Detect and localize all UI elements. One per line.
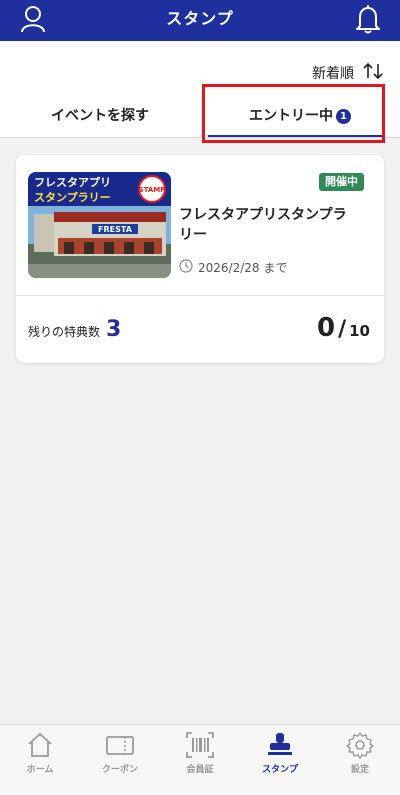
nav-label: 設定 <box>350 765 369 775</box>
tab-bar: イベントを探す エントリー中 1 <box>0 97 400 138</box>
event-title: フレスタアプリスタンプラリー <box>179 207 347 243</box>
clock-icon <box>179 259 193 276</box>
bottom-nav: ホーム クーポン 会員証 スタンプ 設定 <box>0 724 400 795</box>
entry-count-badge: 1 <box>336 109 351 124</box>
page-title: スタンプ <box>166 9 234 28</box>
nav-settings[interactable]: 設定 <box>320 725 400 795</box>
banner-line1: フレスタアプリ <box>34 175 111 189</box>
stamp-total: 10 <box>349 322 370 340</box>
coupon-icon <box>106 736 134 755</box>
nav-label: クーポン <box>101 765 138 775</box>
nav-label: 会員証 <box>186 765 214 775</box>
tab-label: イベントを探す <box>51 108 149 124</box>
banner-line2: スタンプラリー <box>34 190 111 204</box>
sort-label: 新着順 <box>312 66 354 82</box>
barcode-icon <box>186 732 214 758</box>
stamp-progress: 0 / 10 <box>317 313 370 343</box>
gear-icon <box>346 732 374 759</box>
nav-home[interactable]: ホーム <box>0 725 80 795</box>
status-badge: 開催中 <box>319 173 364 191</box>
store-sign-text: FRESTA <box>98 225 133 234</box>
tab-label: エントリー中 <box>249 108 333 124</box>
app-header: スタンプ <box>0 0 400 41</box>
nav-member-card[interactable]: 会員証 <box>160 725 240 795</box>
tab-divider <box>0 137 400 138</box>
event-image: フレスタアプリ スタンプラリー STAMP FRESTA <box>28 172 171 278</box>
event-date: 2026/2/28 まで <box>179 259 287 276</box>
nav-stamp[interactable]: スタンプ <box>240 725 320 795</box>
filter-area: 新着順 イベントを探す エントリー中 1 <box>0 41 400 138</box>
home-icon <box>28 732 52 757</box>
tab-entered[interactable]: エントリー中 1 <box>200 97 400 138</box>
stamp-mark-text: STAMP <box>139 186 166 194</box>
nav-label: ホーム <box>26 765 54 775</box>
nav-coupon[interactable]: クーポン <box>80 725 160 795</box>
remaining-label: 残りの特典数 <box>28 325 101 339</box>
stamp-icon <box>268 733 292 755</box>
stamp-count: 0 <box>316 313 336 343</box>
card-divider <box>16 295 384 296</box>
tab-find-events[interactable]: イベントを探す <box>0 97 200 138</box>
remaining-rewards: 残りの特典数 3 <box>28 317 121 342</box>
sort-button[interactable]: 新着順 <box>312 62 384 84</box>
remaining-value: 3 <box>106 317 122 342</box>
bell-icon[interactable] <box>354 4 382 38</box>
nav-label: スタンプ <box>262 765 298 775</box>
sort-arrows-icon <box>362 62 384 84</box>
event-card[interactable]: フレスタアプリ スタンプラリー STAMP FRESTA 開催中 フレスタアプリ… <box>16 155 384 363</box>
count-separator: / <box>338 317 347 342</box>
date-text: 2026/2/28 まで <box>198 261 288 275</box>
